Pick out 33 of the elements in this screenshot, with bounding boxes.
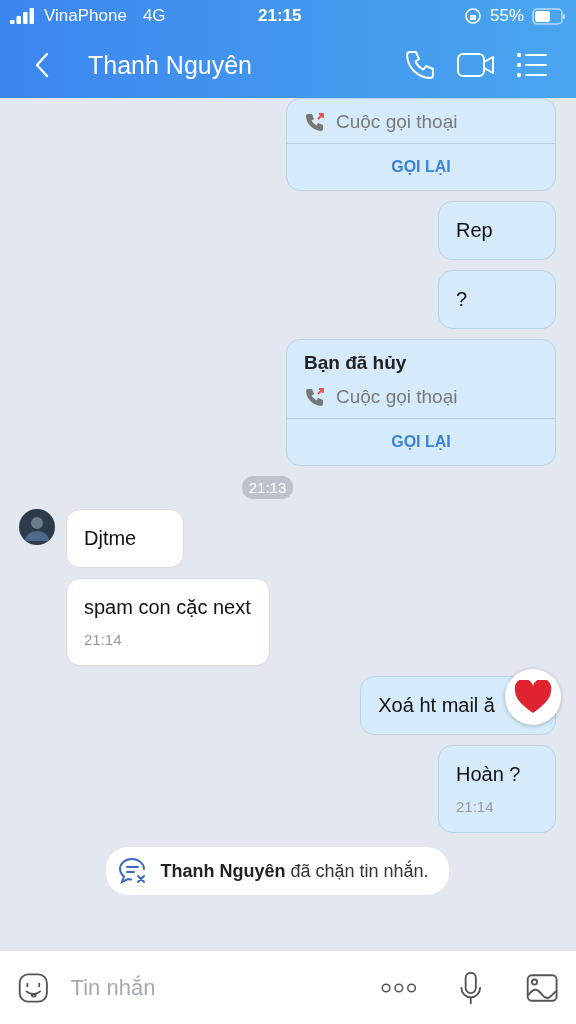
more-icon[interactable] <box>380 980 417 995</box>
message-text: spam con cặc next <box>84 596 251 619</box>
signal-icon <box>10 8 36 24</box>
rotation-lock-icon <box>463 7 482 25</box>
message-text: ? <box>456 288 469 311</box>
message-text: Djtme <box>84 527 138 550</box>
missed-call-icon <box>304 386 326 408</box>
message-time: 21:14 <box>84 631 123 648</box>
message-time: 21:14 <box>456 798 495 815</box>
call-back-button[interactable]: GỌI LẠI <box>287 143 555 190</box>
video-call-icon[interactable] <box>456 51 496 79</box>
missed-call-icon <box>304 111 326 133</box>
avatar[interactable] <box>19 509 55 545</box>
time-divider: 21:13 <box>241 476 294 499</box>
menu-icon[interactable] <box>516 52 548 78</box>
phone-icon[interactable] <box>404 49 436 81</box>
carrier-name: VinaPhone <box>44 6 127 26</box>
message-text: Xoá ht mail ă <box>378 694 495 717</box>
call-type: Cuộc gọi thoại <box>336 386 458 408</box>
contact-name: Thanh Nguyên <box>88 50 253 80</box>
back-icon[interactable] <box>34 52 50 78</box>
call-type: Cuộc gọi thoại <box>336 111 458 133</box>
clock: 21:15 <box>257 6 303 26</box>
heart-reaction[interactable] <box>505 669 561 725</box>
notice-text: Thanh Nguyên đã chặn tin nhắn. <box>160 860 429 882</box>
call-status: Bạn đã hủy <box>304 352 408 374</box>
call-back-button[interactable]: GỌI LẠI <box>287 418 555 465</box>
message-text: Rep <box>456 219 494 242</box>
battery-icon <box>532 7 566 25</box>
message-text: Hoàn ? <box>456 763 522 786</box>
heart-icon <box>514 680 552 714</box>
network-type: 4G <box>142 6 166 26</box>
battery-percent: 55% <box>489 6 524 26</box>
